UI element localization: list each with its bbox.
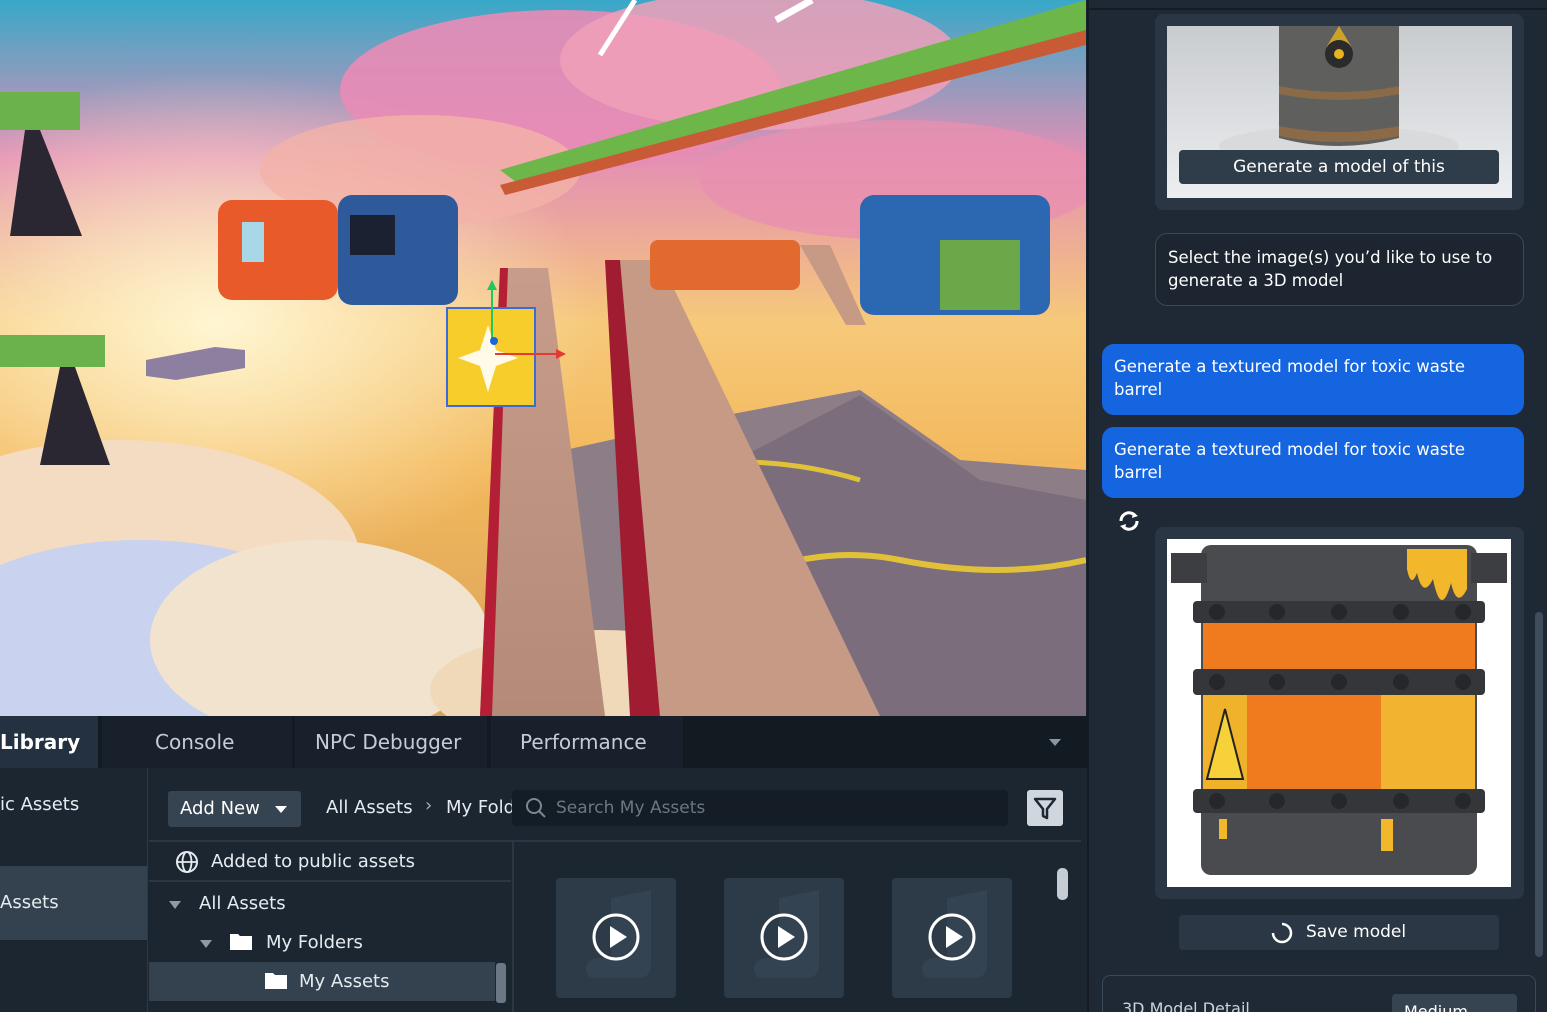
tab-performance[interactable]: Performance <box>491 716 683 768</box>
folder-tree: Added to public assets All Assets My Fol… <box>149 842 511 1012</box>
save-model-label: Save model <box>1306 922 1407 942</box>
tree-scrollbar[interactable] <box>496 963 506 1003</box>
panel-divider <box>1089 8 1547 10</box>
expand-triangle-icon[interactable] <box>200 940 212 948</box>
model-detail-label: 3D Model Detail <box>1122 999 1250 1012</box>
scene-render <box>0 0 1086 716</box>
folder-icon <box>265 973 287 989</box>
model-detail-setting: 3D Model Detail Medium <box>1102 975 1536 1012</box>
user-message: Generate a textured model for toxic wast… <box>1102 427 1524 498</box>
panel-tab-bar: Library Console NPC Debugger Performance <box>0 716 1087 768</box>
scene-viewport[interactable] <box>0 0 1086 716</box>
globe-icon <box>176 851 198 873</box>
breadcrumb-separator: › <box>425 795 433 816</box>
asset-tile-audio[interactable] <box>724 878 844 998</box>
library-toolbar: Add New All Assets › My Fold <box>149 768 1087 842</box>
model-detail-dropdown[interactable]: Medium <box>1392 994 1517 1012</box>
tree-item-all-assets[interactable]: All Assets <box>149 884 511 923</box>
chat-scrollbar[interactable] <box>1535 612 1543 957</box>
loading-spinner-icon <box>1271 922 1293 944</box>
public-assets-label: Added to public assets <box>211 851 416 872</box>
tree-item-label: All Assets <box>199 893 286 914</box>
filter-icon <box>1033 797 1057 820</box>
breadcrumb-current-folder[interactable]: My Fold <box>446 797 512 818</box>
chevron-down-icon <box>275 806 287 813</box>
reference-image-card[interactable]: Generate a model of this <box>1155 14 1524 210</box>
assistant-message: Select the image(s) you’d like to use to… <box>1155 233 1524 306</box>
model-detail-value: Medium <box>1404 1002 1468 1012</box>
expand-triangle-icon[interactable] <box>169 901 181 909</box>
user-message: Generate a textured model for toxic wast… <box>1102 344 1524 415</box>
tree-item-label: My Folders <box>266 932 363 953</box>
asset-tile-audio[interactable] <box>892 878 1012 998</box>
generate-model-of-this-button[interactable]: Generate a model of this <box>1179 150 1499 184</box>
library-sidebar: ic Assets Assets <box>0 768 148 1012</box>
add-new-label: Add New <box>180 798 260 819</box>
search-field[interactable] <box>512 790 1008 826</box>
play-icon <box>586 890 651 978</box>
tab-npc-debugger[interactable]: NPC Debugger <box>295 716 487 768</box>
save-model-button[interactable]: Save model <box>1179 915 1499 950</box>
add-new-button[interactable]: Add New <box>168 791 301 827</box>
tab-overflow-chevron-down-icon[interactable] <box>1049 739 1061 746</box>
public-assets-indicator: Added to public assets <box>149 842 511 882</box>
regenerate-icon[interactable] <box>1117 509 1141 537</box>
tree-item-my-assets[interactable]: My Assets <box>149 962 495 1001</box>
play-icon <box>922 890 987 978</box>
filter-button[interactable] <box>1027 790 1063 826</box>
tab-console[interactable]: Console <box>102 716 292 768</box>
sidebar-item-my-assets[interactable]: Assets <box>0 866 147 940</box>
generated-model-card[interactable] <box>1155 527 1524 899</box>
generated-barrel-preview <box>1167 539 1511 887</box>
tree-item-my-folders[interactable]: My Folders <box>149 923 511 962</box>
tab-library[interactable]: Library <box>0 716 98 768</box>
search-input[interactable] <box>556 790 996 826</box>
tree-item-label: My Assets <box>299 971 390 992</box>
asset-tile-audio[interactable] <box>556 878 676 998</box>
ai-assistant-panel: Generate a model of this Select the imag… <box>1087 0 1547 1012</box>
search-icon <box>525 797 547 823</box>
play-icon <box>754 890 819 978</box>
asset-grid <box>512 842 1087 1012</box>
folder-icon <box>230 934 252 950</box>
asset-grid-scrollbar[interactable] <box>1057 868 1068 900</box>
breadcrumb-all-assets[interactable]: All Assets <box>326 797 413 818</box>
sidebar-item-public-assets[interactable]: ic Assets <box>0 768 147 842</box>
